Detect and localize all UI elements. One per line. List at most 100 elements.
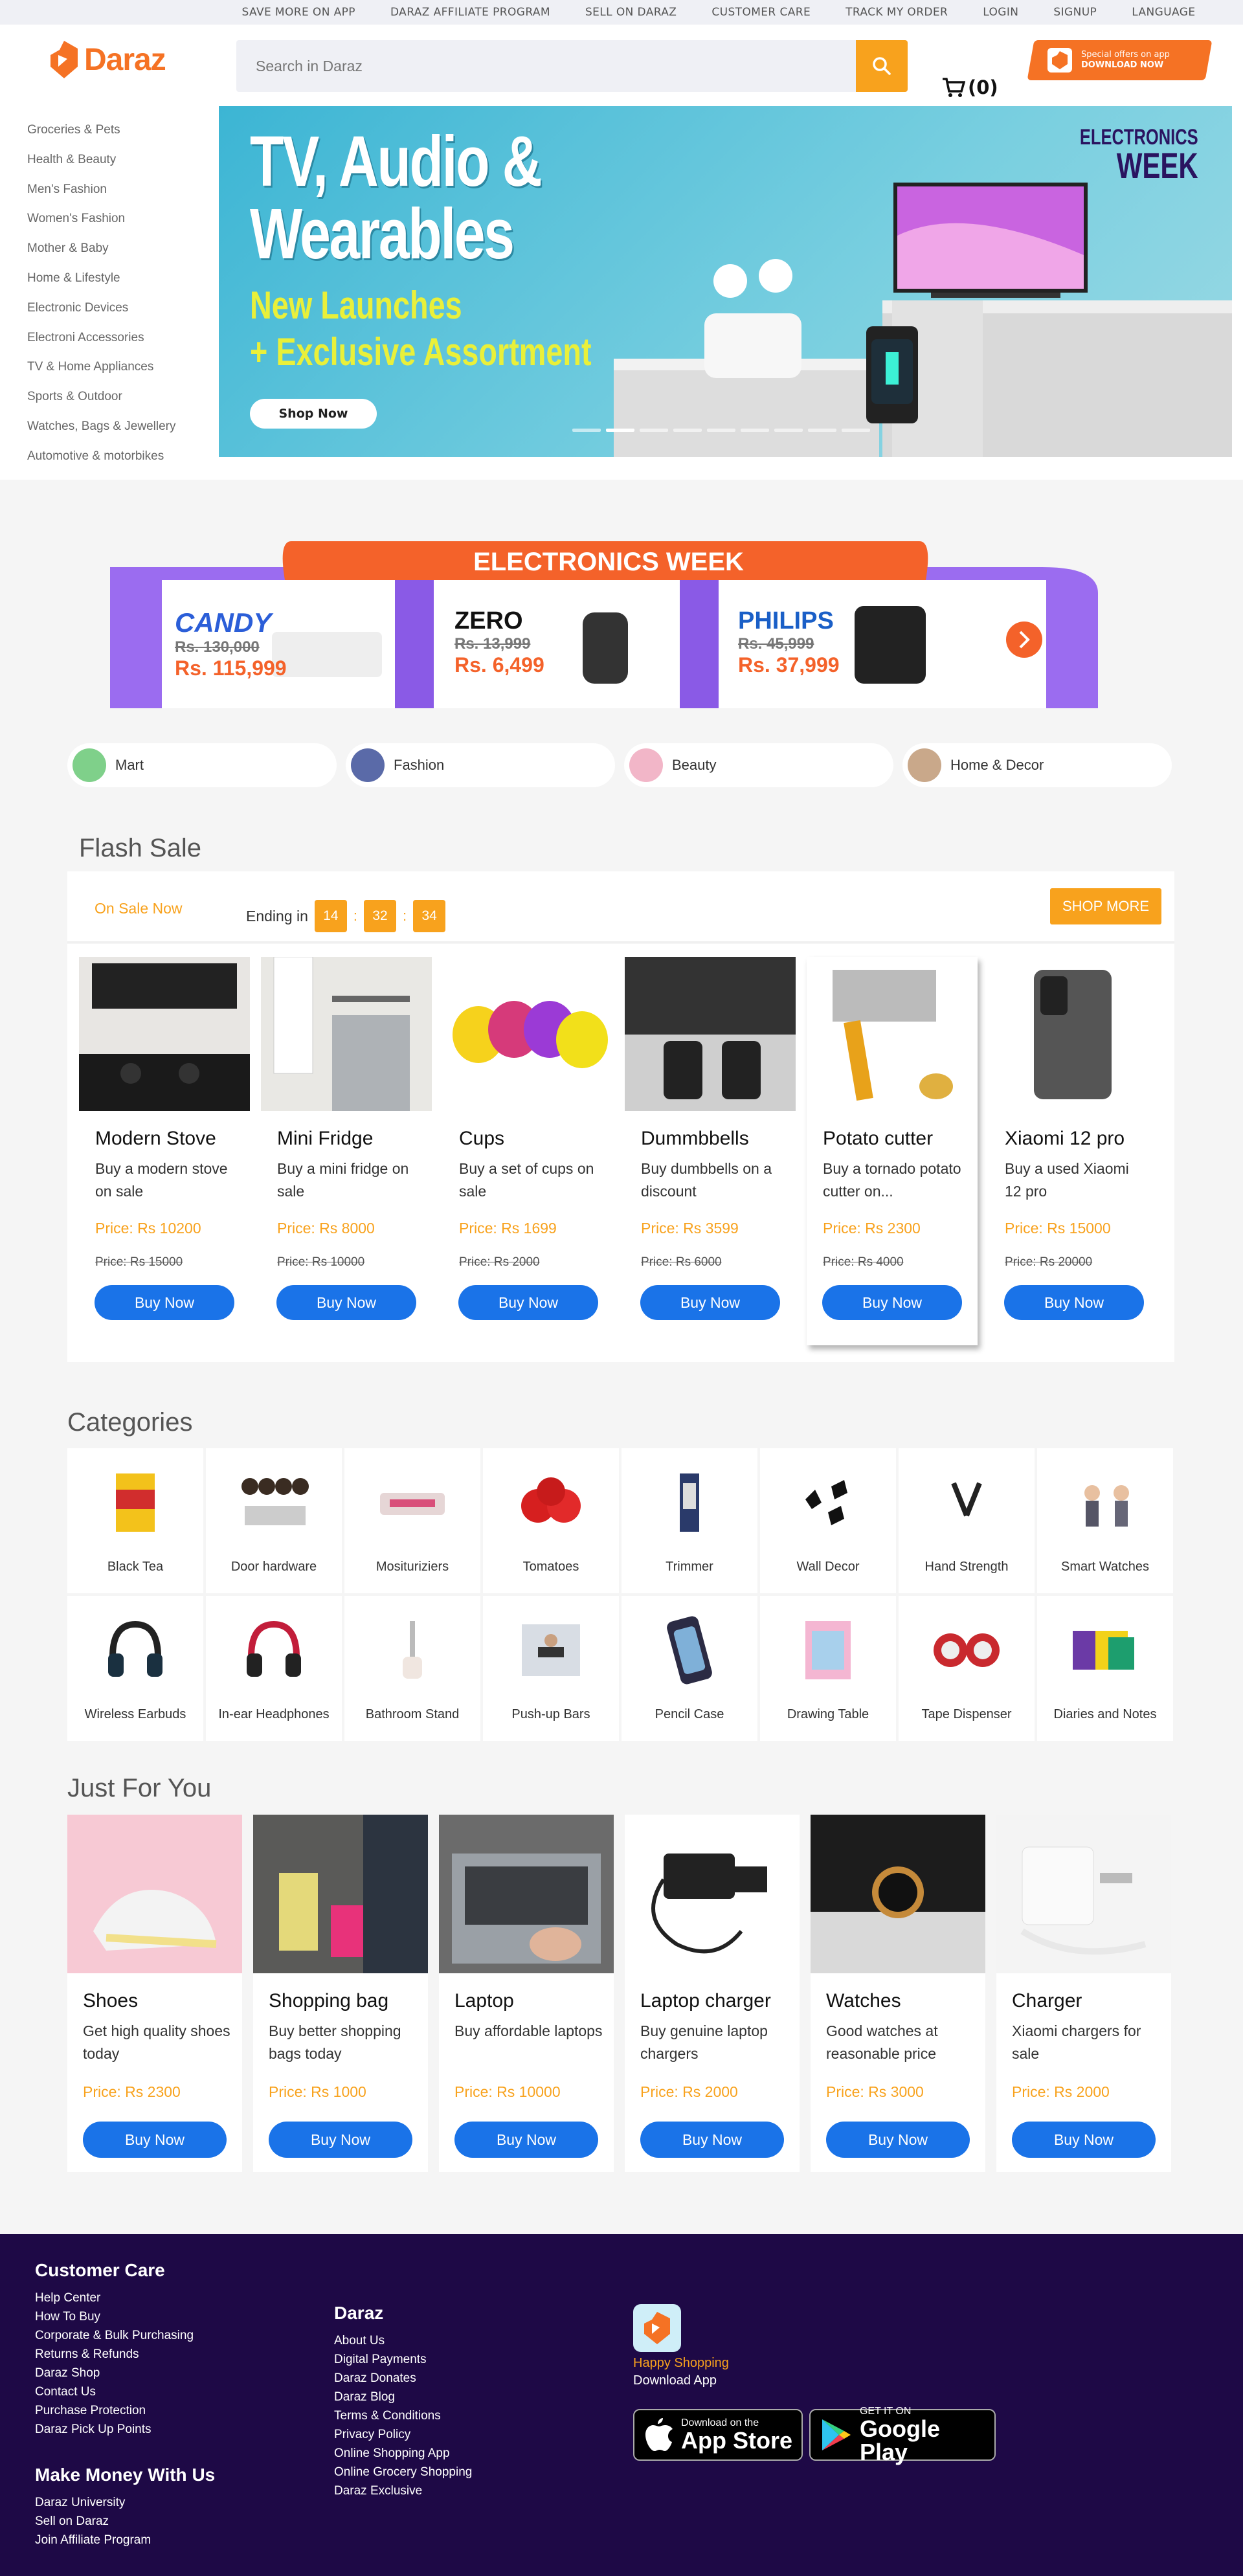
sidebar-item-sports[interactable]: Sports & Outdoor: [27, 387, 219, 417]
carousel-dot[interactable]: [673, 429, 702, 432]
carousel-dot[interactable]: [741, 429, 769, 432]
flash-product-card[interactable]: Mini Fridge Buy a mini fridge on sale Pr…: [261, 957, 432, 1320]
footer-link[interactable]: Online Shopping App: [334, 2444, 472, 2463]
footer-link[interactable]: Join Affiliate Program: [35, 2531, 215, 2549]
footer-link[interactable]: How To Buy: [35, 2307, 194, 2326]
category-tile[interactable]: Trimmer: [622, 1448, 757, 1593]
buy-now-button[interactable]: Buy Now: [640, 1285, 780, 1320]
jfy-product-card[interactable]: Shoes Get high quality shoes today Price…: [67, 1815, 242, 2172]
sidebar-item-womens[interactable]: Women's Fashion: [27, 209, 219, 239]
category-tile[interactable]: Tape Dispenser: [899, 1596, 1035, 1741]
buy-now-button[interactable]: Buy Now: [1004, 1285, 1144, 1320]
hero-banner[interactable]: TV, Audio & Wearables New Launches + Exclu…: [219, 106, 1232, 457]
hero-shop-now-button[interactable]: Shop Now: [250, 399, 377, 429]
footer-link[interactable]: Returns & Refunds: [35, 2345, 194, 2364]
search-input[interactable]: [236, 40, 856, 92]
sidebar-item-mens[interactable]: Men's Fashion: [27, 180, 219, 210]
sidebar-item-home[interactable]: Home & Lifestyle: [27, 269, 219, 298]
footer-link[interactable]: Terms & Conditions: [334, 2406, 472, 2425]
carousel-dot[interactable]: [808, 429, 836, 432]
carousel-dot[interactable]: [707, 429, 735, 432]
chip-home-decor[interactable]: Home & Decor: [902, 743, 1172, 787]
footer-link[interactable]: Contact Us: [35, 2382, 194, 2401]
buy-now-button[interactable]: Buy Now: [269, 2122, 412, 2158]
buy-now-button[interactable]: Buy Now: [1012, 2122, 1156, 2158]
cart-button[interactable]: (0): [942, 76, 998, 98]
flash-product-card[interactable]: Potato cutter Buy a tornado potato cutte…: [807, 957, 978, 1345]
buy-now-button[interactable]: Buy Now: [826, 2122, 970, 2158]
ew-deal-philips[interactable]: PHILIPS Rs. 45,999 Rs. 37,999: [738, 607, 840, 677]
ew-deal-zero[interactable]: ZERO Rs. 13,999 Rs. 6,499: [454, 607, 544, 677]
jfy-product-card[interactable]: Laptop charger Buy genuine laptop charge…: [625, 1815, 800, 2172]
carousel-dot[interactable]: [774, 429, 803, 432]
footer-link[interactable]: Daraz University: [35, 2493, 215, 2512]
topbar-link-signup[interactable]: SIGNUP: [1053, 6, 1097, 19]
footer-link[interactable]: Purchase Protection: [35, 2401, 194, 2420]
category-tile[interactable]: Door hardware: [206, 1448, 342, 1593]
flash-product-card[interactable]: Dummbbells Buy dumbbells on a discount P…: [625, 957, 796, 1320]
sidebar-item-electronic-devices[interactable]: Electronic Devices: [27, 298, 219, 328]
footer-link[interactable]: Corporate & Bulk Purchasing: [35, 2326, 194, 2345]
sidebar-item-mother-baby[interactable]: Mother & Baby: [27, 239, 219, 269]
carousel-dot[interactable]: [640, 429, 668, 432]
chip-beauty[interactable]: Beauty: [624, 743, 893, 787]
topbar-link-sell[interactable]: SELL ON DARAZ: [585, 6, 677, 19]
footer-link[interactable]: Daraz Shop: [35, 2364, 194, 2382]
category-tile[interactable]: Diaries and Notes: [1037, 1596, 1173, 1741]
buy-now-button[interactable]: Buy Now: [83, 2122, 227, 2158]
flash-product-card[interactable]: Xiaomi 12 pro Buy a used Xiaomi 12 pro P…: [989, 957, 1159, 1320]
sidebar-item-automotive[interactable]: Automotive & motorbikes: [27, 447, 219, 476]
topbar-link-affiliate[interactable]: DARAZ AFFILIATE PROGRAM: [390, 6, 550, 19]
daraz-logo[interactable]: Daraz: [50, 41, 166, 78]
app-store-button[interactable]: Download on the App Store: [633, 2409, 803, 2461]
sidebar-item-tv-appliances[interactable]: TV & Home Appliances: [27, 357, 219, 387]
jfy-product-card[interactable]: Watches Good watches at reasonable price…: [811, 1815, 985, 2172]
jfy-product-card[interactable]: Shopping bag Buy better shopping bags to…: [253, 1815, 428, 2172]
flash-product-card[interactable]: Cups Buy a set of cups on sale Price: Rs…: [443, 957, 614, 1320]
footer-link[interactable]: Daraz Blog: [334, 2388, 472, 2406]
sidebar-item-watches[interactable]: Watches, Bags & Jewellery: [27, 417, 219, 447]
category-tile[interactable]: Wall Decor: [760, 1448, 896, 1593]
footer-link[interactable]: Online Grocery Shopping: [334, 2463, 472, 2481]
buy-now-button[interactable]: Buy Now: [95, 1285, 234, 1320]
electronics-week-banner[interactable]: ELECTRONICS WEEK CANDY Rs. 130,000 Rs. 1…: [110, 541, 1098, 708]
carousel-dot[interactable]: [606, 429, 634, 432]
jfy-product-card[interactable]: Laptop Buy affordable laptops Price: Rs …: [439, 1815, 614, 2172]
buy-now-button[interactable]: Buy Now: [458, 1285, 598, 1320]
buy-now-button[interactable]: Buy Now: [822, 1285, 962, 1320]
buy-now-button[interactable]: Buy Now: [276, 1285, 416, 1320]
sidebar-item-health[interactable]: Health & Beauty: [27, 150, 219, 180]
chip-fashion[interactable]: Fashion: [346, 743, 615, 787]
category-tile[interactable]: Push-up Bars: [483, 1596, 619, 1741]
search-button[interactable]: [856, 40, 908, 92]
footer-link[interactable]: Daraz Donates: [334, 2369, 472, 2388]
topbar-link-language[interactable]: LANGUAGE: [1132, 6, 1195, 19]
google-play-button[interactable]: GET IT ON Google Play: [809, 2406, 996, 2464]
footer-link[interactable]: Sell on Daraz: [35, 2512, 215, 2531]
topbar-link-save-more[interactable]: SAVE MORE ON APP: [242, 6, 355, 19]
topbar-link-customer-care[interactable]: CUSTOMER CARE: [711, 6, 811, 19]
jfy-product-card[interactable]: Charger Xiaomi chargers for sale Price: …: [996, 1815, 1171, 2172]
category-tile[interactable]: Pencil Case: [622, 1596, 757, 1741]
category-tile[interactable]: Mosituriziers: [344, 1448, 480, 1593]
carousel-dot[interactable]: [572, 429, 601, 432]
footer-link[interactable]: Digital Payments: [334, 2350, 472, 2369]
footer-link[interactable]: About Us: [334, 2331, 472, 2350]
category-tile[interactable]: Wireless Earbuds: [67, 1596, 203, 1741]
carousel-dot[interactable]: [842, 429, 870, 432]
buy-now-button[interactable]: Buy Now: [640, 2122, 784, 2158]
category-tile[interactable]: Black Tea: [67, 1448, 203, 1593]
app-promo-button[interactable]: Special offers on app DOWNLOAD NOW: [1027, 40, 1213, 80]
footer-link[interactable]: Daraz Pick Up Points: [35, 2420, 194, 2439]
flash-product-card[interactable]: Modern Stove Buy a modern stove on sale …: [79, 957, 250, 1320]
footer-link[interactable]: Daraz Exclusive: [334, 2481, 472, 2500]
sidebar-item-electronic-accessories[interactable]: Electroni Accessories: [27, 328, 219, 358]
category-tile[interactable]: Smart Watches: [1037, 1448, 1173, 1593]
category-tile[interactable]: Tomatoes: [483, 1448, 619, 1593]
category-tile[interactable]: In-ear Headphones: [206, 1596, 342, 1741]
category-tile[interactable]: Drawing Table: [760, 1596, 896, 1741]
footer-link[interactable]: Help Center: [35, 2289, 194, 2307]
ew-deal-candy[interactable]: CANDY Rs. 130,000 Rs. 115,999: [175, 607, 287, 680]
chip-mart[interactable]: Mart: [67, 743, 337, 787]
topbar-link-login[interactable]: LOGIN: [983, 6, 1018, 19]
